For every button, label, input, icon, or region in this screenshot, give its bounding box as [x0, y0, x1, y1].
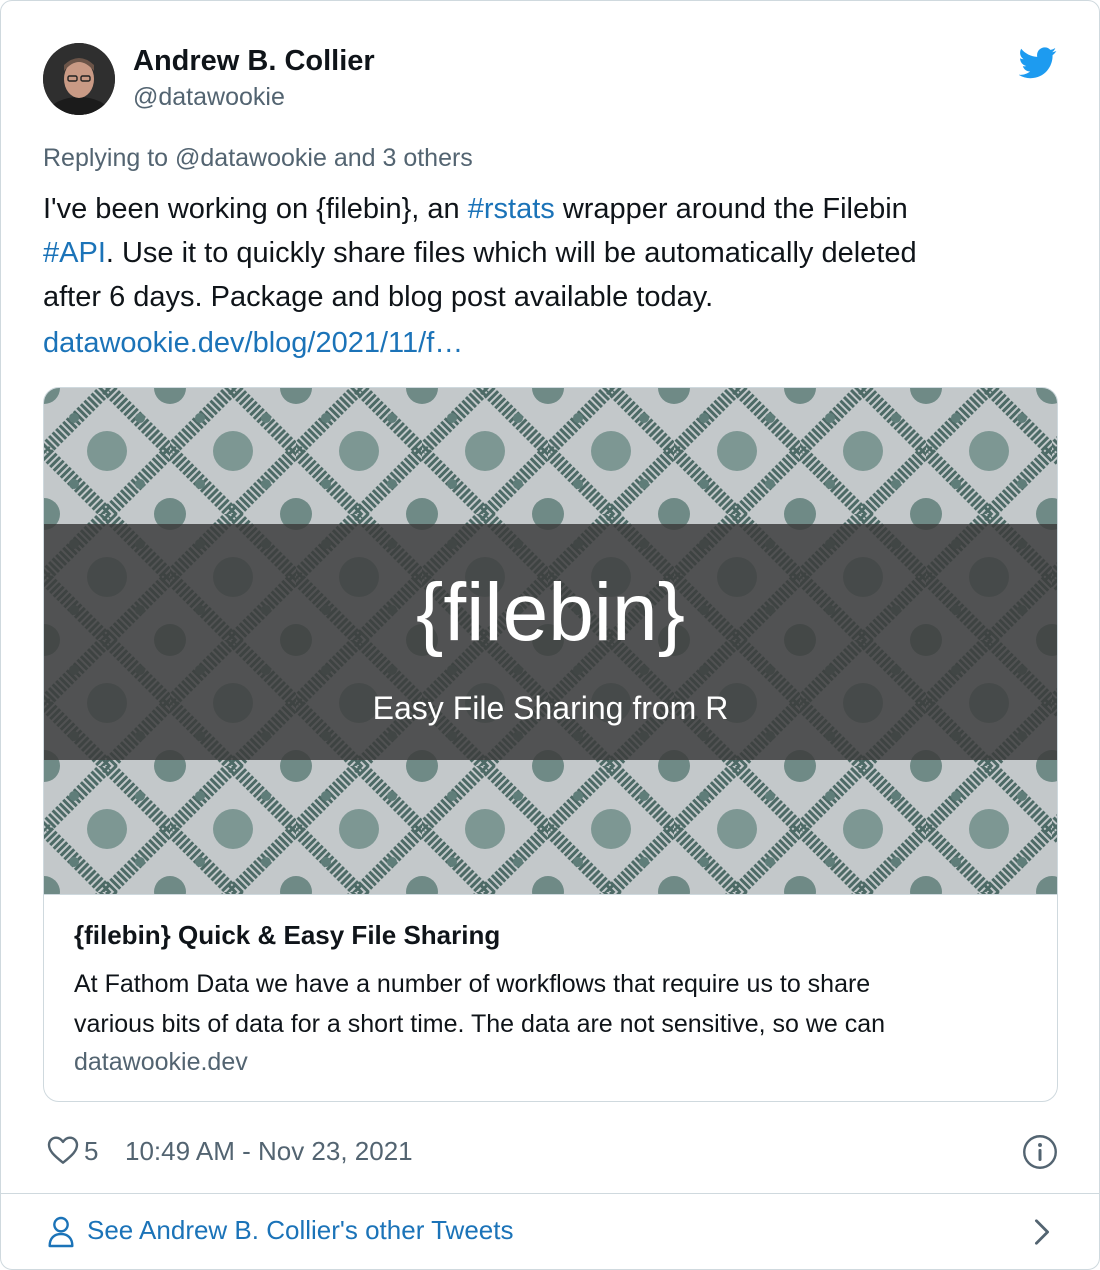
tweet-text-segment: I've been working on {filebin}, an: [43, 193, 468, 225]
description-line: various bits of data for a short time. T…: [74, 1010, 886, 1038]
description-line: At Fathom Data we have a number of workf…: [74, 970, 871, 998]
hashtag-api-link[interactable]: #API: [43, 237, 106, 269]
link-preview-card[interactable]: {filebin} Easy File Sharing from R {file…: [43, 387, 1058, 1102]
see-other-tweets-label[interactable]: See Andrew B. Collier's other Tweets: [87, 1215, 513, 1246]
link-preview-image: {filebin} Easy File Sharing from R: [44, 388, 1057, 894]
link-preview-title[interactable]: {filebin} Quick & Easy File Sharing: [74, 920, 500, 951]
hashtag-rstats-link[interactable]: #rstats: [468, 193, 555, 225]
tweet-text-segment: wrapper around the Filebin: [554, 193, 908, 225]
tweet-text-segment: after 6 days. Package and blog post avai…: [43, 281, 714, 313]
author-name[interactable]: Andrew B. Collier: [133, 45, 375, 78]
image-subtitle-text: Easy File Sharing from R: [372, 690, 729, 726]
tweet-text: I've been working on {filebin}, an #rsta…: [43, 187, 1053, 319]
like-count[interactable]: 5: [84, 1136, 98, 1167]
tweet-url-link[interactable]: datawookie.dev/blog/2021/11/f…: [43, 327, 463, 359]
author-handle[interactable]: @datawookie: [133, 83, 285, 112]
tweet-text-segment: . Use it to quickly share files which wi…: [105, 237, 917, 269]
twitter-bird-icon[interactable]: [1018, 47, 1057, 79]
heart-icon[interactable]: [47, 1135, 79, 1165]
reply-context: Replying to @datawookie and 3 others: [43, 144, 473, 172]
tweet-timestamp[interactable]: 10:49 AM - Nov 23, 2021: [125, 1136, 413, 1167]
user-icon: [47, 1216, 75, 1248]
avatar[interactable]: [43, 43, 115, 115]
chevron-right-icon[interactable]: [1031, 1218, 1053, 1246]
see-other-tweets-link[interactable]: See Andrew B. Collier's other Tweets: [1, 1194, 1099, 1269]
tweet-embed-card: Andrew B. Collier @datawookie Replying t…: [0, 0, 1100, 1270]
image-title-text: {filebin}: [415, 567, 686, 658]
link-preview-description: At Fathom Data we have a number of workf…: [74, 964, 1034, 1044]
card-divider: [44, 894, 1057, 895]
link-preview-domain: datawookie.dev: [74, 1048, 248, 1076]
info-icon[interactable]: [1022, 1134, 1058, 1170]
